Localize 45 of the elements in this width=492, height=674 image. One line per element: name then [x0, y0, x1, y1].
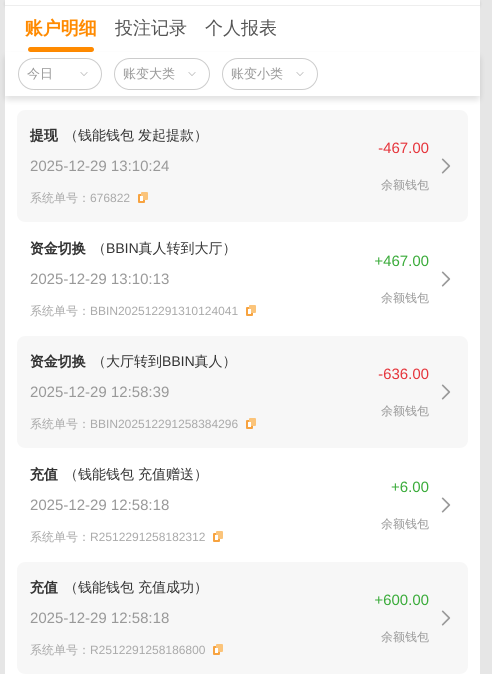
amount: +600.00	[374, 590, 429, 611]
chevron-right-icon	[441, 496, 451, 514]
amount: +467.00	[374, 252, 429, 272]
transaction-detail: （钱能钱包 充值赠送）	[64, 465, 208, 484]
transaction-type: 资金切换	[30, 239, 86, 258]
wallet-name: 余额钱包	[381, 629, 429, 646]
transaction-detail: （BBIN真人转到大厅）	[92, 239, 237, 258]
wallet-name: 余额钱包	[381, 290, 429, 308]
transaction-detail: （钱能钱包 充值成功）	[64, 578, 208, 598]
chevron-right-icon	[441, 157, 451, 175]
transaction-detail: （大厅转到BBIN真人）	[92, 352, 237, 372]
copy-icon[interactable]	[213, 644, 224, 656]
copy-icon[interactable]	[246, 418, 256, 430]
transaction-type: 资金切换	[30, 352, 86, 372]
order-number: 系统单号：676822	[30, 190, 130, 207]
chevron-right-icon	[441, 383, 451, 401]
tab[interactable]: 投注记录	[115, 6, 187, 52]
transaction-row[interactable]: 资金切换 （大厅转到BBIN真人） 2025-12-29 12:58:39 系统单号：BBIN202512291258384296 -636.00 余额钱包	[17, 336, 468, 448]
transaction-row[interactable]: 充值 （钱能钱包 充值成功） 2025-12-29 12:58:18 系统单号：R2512291258186800 +600.00 余额钱包	[17, 562, 468, 674]
copy-icon[interactable]	[138, 192, 148, 204]
amount: +6.00	[391, 478, 429, 498]
tab[interactable]: 个人报表	[205, 6, 277, 52]
amount: -636.00	[378, 364, 429, 385]
order-number: 系统单号：BBIN202512291258384296	[30, 416, 238, 433]
transaction-time: 2025-12-29 13:10:13	[30, 270, 170, 290]
transaction-time: 2025-12-29 13:10:24	[30, 157, 170, 178]
order-number: 系统单号：R2512291258186800	[30, 642, 206, 659]
transaction-row[interactable]: 提现 （钱能钱包 发起提款） 2025-12-29 13:10:24 系统单号：676822 -467.00 余额钱包	[17, 110, 468, 222]
chevron-right-icon	[441, 270, 451, 288]
order-number: 系统单号：R2512291258182312	[30, 528, 206, 546]
transaction-time: 2025-12-29 12:58:18	[30, 609, 170, 630]
transaction-type: 充值	[30, 578, 58, 598]
wallet-name: 余额钱包	[381, 516, 429, 534]
amount: -467.00	[378, 138, 429, 159]
copy-icon[interactable]	[213, 531, 224, 542]
transaction-type: 充值	[30, 465, 58, 484]
wallet-name: 余额钱包	[381, 403, 429, 420]
chevron-right-icon	[441, 609, 451, 627]
transaction-detail: （钱能钱包 发起提款）	[64, 126, 208, 146]
transaction-type: 提现	[30, 126, 58, 146]
transaction-time: 2025-12-29 12:58:18	[30, 496, 170, 516]
wallet-name: 余额钱包	[381, 177, 429, 194]
transaction-time: 2025-12-29 12:58:39	[30, 383, 170, 404]
order-number: 系统单号：BBIN202512291310124041	[30, 302, 238, 320]
copy-icon[interactable]	[246, 305, 256, 316]
